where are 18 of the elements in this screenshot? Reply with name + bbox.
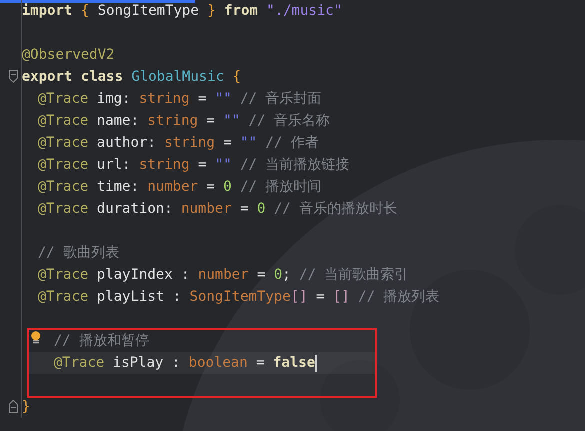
code-line: @Trace playIndex : number = 0; // 当前歌曲索引 (38, 266, 409, 284)
code-line: @Trace duration: number = 0 // 音乐的播放时长 (38, 200, 398, 218)
code-line: @ObservedV2 (22, 47, 115, 63)
code-line: @Trace url: string = "" // 当前播放链接 (38, 156, 350, 174)
code-line: @Trace author: string = "" // 作者 (38, 134, 319, 152)
code-line: // 歌曲列表 (38, 244, 120, 262)
code-line: export class GlobalMusic { (22, 69, 242, 85)
code-line: // 播放和暂停 (54, 332, 150, 350)
fold-icon[interactable] (9, 400, 18, 413)
code-line: @Trace playList : SongItemType[] = [] // 播放列表 (38, 288, 440, 306)
code-line: @Trace img: string = "" // 音乐封面 (38, 90, 322, 108)
code-line: } (22, 399, 30, 415)
code-line: @Trace time: number = 0 // 播放时间 (38, 178, 322, 196)
fold-icon[interactable] (9, 70, 18, 83)
lightbulb-icon[interactable] (31, 331, 41, 345)
code-line: import { SongItemType } from "./music" (22, 3, 342, 19)
code-line: @Trace isPlay : boolean = false (54, 355, 316, 371)
code-line: @Trace name: string = "" // 音乐名称 (38, 112, 330, 130)
